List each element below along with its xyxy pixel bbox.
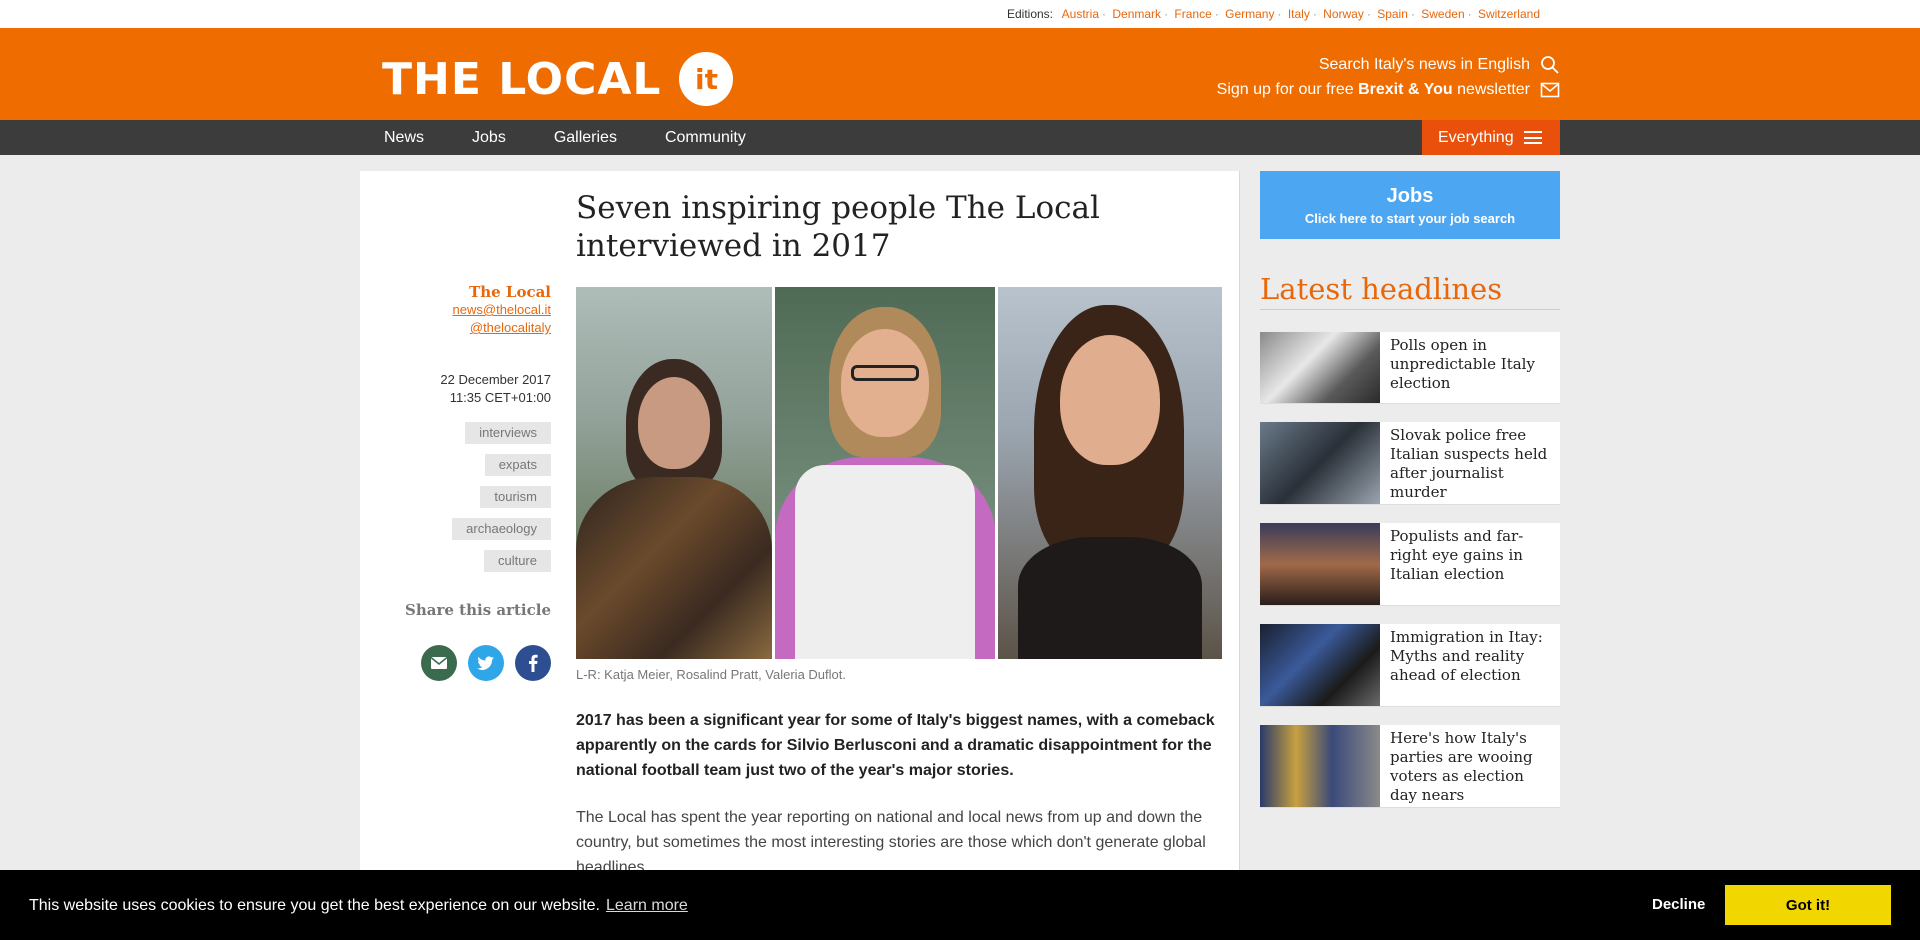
edition-link[interactable]: Norway: [1323, 7, 1364, 21]
headline-list: Polls open in unpredictable Italy electi…: [1260, 332, 1560, 826]
twitter-share-icon[interactable]: [468, 645, 504, 681]
everything-menu-button[interactable]: Everything: [1422, 120, 1560, 155]
portrait-photo: [576, 287, 772, 659]
cookie-message: This website uses cookies to ensure you …: [29, 897, 600, 914]
search-text: Search Italy's news in English: [1318, 56, 1530, 73]
cookie-message-wrap: This website uses cookies to ensure you …: [29, 897, 688, 915]
author-email[interactable]: news@thelocal.it: [453, 301, 551, 319]
headline-thumbnail: [1260, 422, 1380, 504]
portrait-photo: [774, 287, 996, 659]
hero-image: [576, 287, 1222, 659]
headline-item[interactable]: Immigration in Itay: Myths and reality a…: [1260, 624, 1560, 706]
editions-list: Editions: Austria · Denmark · France · Germ…: [1006, 7, 1540, 21]
headline-text: Polls open in unpredictable Italy electi…: [1390, 336, 1535, 392]
latest-headlines-title: Latest headlines: [1260, 272, 1560, 310]
header-links: Search Italy's news in English Sign up f…: [1217, 52, 1560, 102]
article-column: The Local news@thelocal.it @thelocalital…: [360, 171, 1239, 940]
main-nav: News Jobs Galleries Community Everything: [0, 120, 1920, 155]
edition-link[interactable]: Switzerland: [1478, 7, 1540, 21]
jobs-title: Jobs: [1386, 185, 1434, 207]
author-twitter[interactable]: @thelocalitaly: [453, 319, 551, 337]
portrait-photo: [998, 287, 1222, 659]
headline-thumbnail: [1260, 332, 1380, 403]
everything-label: Everything: [1438, 128, 1514, 146]
editions-label: Editions:: [1006, 7, 1053, 21]
headline-text: Here's how Italy's parties are wooing vo…: [1390, 729, 1533, 804]
newsletter-link[interactable]: Sign up for our free Brexit & You newsle…: [1217, 77, 1560, 102]
nav-item-galleries[interactable]: Galleries: [554, 129, 617, 147]
cookie-banner: This website uses cookies to ensure you …: [0, 870, 1920, 940]
newsletter-name: Brexit & You: [1358, 81, 1453, 98]
site-logo[interactable]: THE LOCAL it: [382, 52, 734, 106]
logo-badge: it: [679, 52, 734, 106]
nav-item-community[interactable]: Community: [665, 129, 746, 147]
headline-thumbnail: [1260, 624, 1380, 706]
date-text: 22 December 2017: [440, 372, 551, 387]
article-lead: 2017 has been a significant year for som…: [576, 712, 1215, 779]
search-link[interactable]: Search Italy's news in English: [1217, 52, 1560, 77]
image-caption: L-R: Katja Meier, Rosalind Pratt, Valeri…: [576, 667, 846, 682]
edition-link[interactable]: Austria: [1062, 7, 1099, 21]
author-block: The Local news@thelocal.it @thelocalital…: [453, 283, 551, 337]
headline-item[interactable]: Slovak police free Italian suspects held…: [1260, 422, 1560, 504]
tag[interactable]: archaeology: [452, 518, 551, 540]
edition-link[interactable]: Denmark: [1112, 7, 1161, 21]
share-buttons: [421, 645, 551, 681]
time-text: 11:35 CET+01:00: [449, 390, 551, 405]
logo-text: THE LOCAL: [382, 53, 662, 105]
edition-link[interactable]: Italy: [1288, 7, 1310, 21]
jobs-banner[interactable]: Jobs Click here to start your job search: [1260, 171, 1560, 239]
edition-link[interactable]: Germany: [1225, 7, 1274, 21]
tag[interactable]: culture: [483, 550, 551, 572]
headline-text: Populists and far-right eye gains in Ita…: [1390, 527, 1524, 583]
site-header: THE LOCAL it Search Italy's news in Engl…: [0, 28, 1920, 120]
tag[interactable]: interviews: [465, 422, 551, 444]
newsletter-prefix: Sign up for our free: [1216, 81, 1354, 98]
nav-item-jobs[interactable]: Jobs: [472, 129, 506, 147]
hamburger-icon: [1524, 131, 1542, 144]
tag[interactable]: expats: [484, 454, 551, 476]
envelope-icon: [1540, 82, 1560, 97]
tag[interactable]: tourism: [480, 486, 551, 508]
email-share-icon[interactable]: [421, 645, 457, 681]
author-name[interactable]: The Local: [453, 283, 551, 301]
search-icon: [1541, 55, 1559, 74]
headline-thumbnail: [1260, 523, 1380, 605]
article-date: 22 December 2017 11:35 CET+01:00: [440, 371, 551, 407]
nav-item-news[interactable]: News: [384, 129, 424, 147]
learn-more-link[interactable]: Learn more: [606, 897, 688, 914]
headline-text: Slovak police free Italian suspects held…: [1390, 426, 1548, 501]
edition-link[interactable]: Sweden: [1421, 7, 1464, 21]
editions-bar: Editions: Austria · Denmark · France · Germ…: [0, 0, 1920, 28]
headline-thumbnail: [1260, 725, 1380, 807]
accept-cookies-button[interactable]: Got it!: [1725, 885, 1891, 925]
facebook-share-icon[interactable]: [515, 645, 551, 681]
headline-text: Immigration in Itay: Myths and reality a…: [1390, 628, 1543, 684]
tag-list: interviews expats tourism archaeology cu…: [452, 422, 551, 572]
article-headline: Seven inspiring people The Local intervi…: [576, 190, 1100, 264]
share-title: Share this article: [405, 601, 551, 619]
newsletter-suffix: newsletter: [1457, 81, 1530, 98]
column-divider: [1239, 171, 1240, 940]
headline-item[interactable]: Populists and far-right eye gains in Ita…: [1260, 523, 1560, 605]
edition-link[interactable]: Spain: [1377, 7, 1408, 21]
headline-item[interactable]: Here's how Italy's parties are wooing vo…: [1260, 725, 1560, 807]
headline-item[interactable]: Polls open in unpredictable Italy electi…: [1260, 332, 1560, 403]
article-content: Seven inspiring people The Local intervi…: [576, 171, 1222, 880]
decline-button[interactable]: Decline: [1652, 896, 1705, 913]
article-paragraph: The Local has spent the year reporting o…: [576, 809, 1206, 876]
jobs-subtitle: Click here to start your job search: [1304, 211, 1516, 226]
edition-link[interactable]: France: [1174, 7, 1211, 21]
